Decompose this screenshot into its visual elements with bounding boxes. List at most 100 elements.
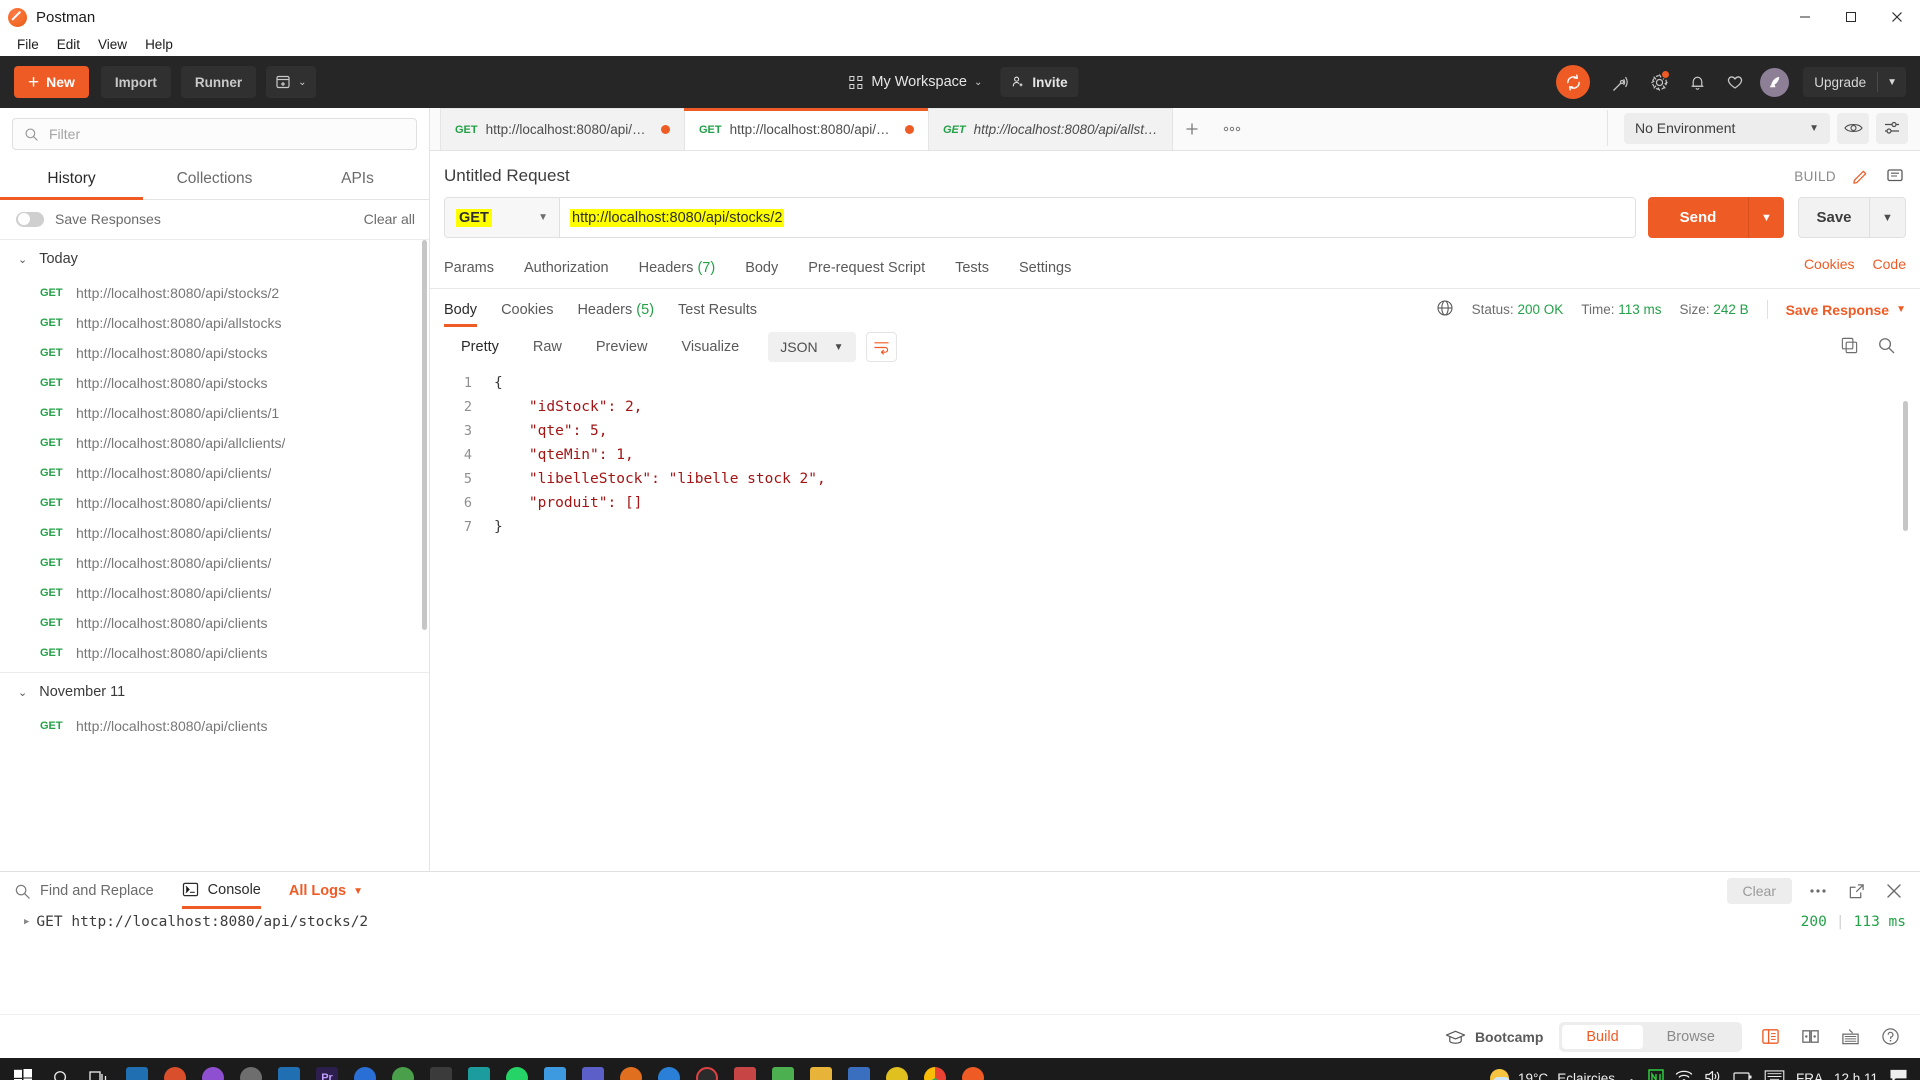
new-window-button[interactable]: ⌄ — [266, 66, 316, 98]
sidebar-tab-apis[interactable]: APIs — [286, 160, 429, 199]
runner-button[interactable]: Runner — [180, 66, 257, 98]
list-item[interactable]: GET http://localhost:8080/api/stocks/2 — [0, 278, 429, 308]
avatar[interactable] — [1760, 67, 1790, 97]
code-link[interactable]: Code — [1873, 256, 1906, 272]
menu-help[interactable]: Help — [136, 34, 182, 56]
taskbar-app-grey[interactable] — [232, 1058, 270, 1080]
environment-quick-look-button[interactable] — [1837, 112, 1869, 144]
cookies-link[interactable]: Cookies — [1804, 256, 1855, 272]
list-item[interactable]: GET http://localhost:8080/api/clients — [0, 711, 429, 741]
console-log-entry[interactable]: ▶ GET http://localhost:8080/api/stocks/2… — [0, 910, 1920, 930]
list-item[interactable]: GET http://localhost:8080/api/clients/ — [0, 518, 429, 548]
save-button[interactable]: Save — [1798, 197, 1870, 238]
documentation-button[interactable] — [1884, 165, 1906, 187]
list-item[interactable]: GET http://localhost:8080/api/allclients/ — [0, 428, 429, 458]
browse-option[interactable]: Browse — [1643, 1025, 1739, 1049]
workspace-selector[interactable]: My Workspace ⌄ — [841, 66, 990, 98]
tray-expand-button[interactable]: ︿ — [1626, 1070, 1637, 1080]
response-tab-body[interactable]: Body — [444, 298, 478, 327]
view-visualize-button[interactable]: Visualize — [664, 331, 756, 363]
two-pane-view-button[interactable] — [1758, 1025, 1782, 1049]
list-item[interactable]: GET http://localhost:8080/api/clients — [0, 608, 429, 638]
taskbar-app-lightblue[interactable] — [536, 1058, 574, 1080]
tab-options-button[interactable] — [1212, 108, 1252, 150]
environment-selector[interactable]: No Environment ▼ — [1624, 112, 1830, 144]
response-tab-test-results[interactable]: Test Results — [678, 298, 757, 327]
list-item[interactable]: GET http://localhost:8080/api/stocks — [0, 368, 429, 398]
save-response-button[interactable]: Save Response ▼ — [1786, 302, 1906, 318]
build-option[interactable]: Build — [1562, 1024, 1643, 1049]
taskbar-app-firefox[interactable] — [384, 1058, 422, 1080]
tray-app-icon[interactable] — [1648, 1068, 1664, 1080]
task-view-button[interactable] — [80, 1058, 118, 1080]
taskbar-app-blue2[interactable] — [840, 1058, 878, 1080]
weather-widget[interactable]: 19°C Eclaircies — [1490, 1068, 1615, 1080]
settings-button[interactable] — [1642, 65, 1676, 99]
request-tab-2[interactable]: GET http://localhost:8080/api/clients/ — [684, 108, 929, 150]
tab-params[interactable]: Params — [444, 250, 494, 288]
volume-icon[interactable] — [1704, 1069, 1722, 1080]
taskbar-app-orange[interactable] — [612, 1058, 650, 1080]
send-options-button[interactable]: ▼ — [1748, 197, 1784, 238]
wifi-icon[interactable] — [1675, 1069, 1693, 1080]
view-raw-button[interactable]: Raw — [516, 331, 579, 363]
taskbar-app-globe[interactable] — [650, 1058, 688, 1080]
battery-icon[interactable] — [1733, 1070, 1753, 1080]
environment-settings-button[interactable] — [1876, 112, 1908, 144]
search-body-button[interactable] — [1877, 336, 1896, 358]
list-item[interactable]: GET http://localhost:8080/api/clients/ — [0, 548, 429, 578]
taskbar-app-postman-alt[interactable] — [156, 1058, 194, 1080]
save-responses-toggle[interactable] — [16, 211, 44, 227]
tab-headers[interactable]: Headers (7) — [639, 250, 716, 288]
history-group-header[interactable]: ⌄ November 11 — [0, 673, 429, 711]
tab-authorization[interactable]: Authorization — [524, 250, 609, 288]
tab-pre-request-script[interactable]: Pre-request Script — [808, 250, 925, 288]
close-console-button[interactable] — [1882, 879, 1906, 903]
list-item[interactable]: GET http://localhost:8080/api/clients — [0, 638, 429, 668]
keyboard-layout-icon[interactable] — [1764, 1070, 1785, 1080]
response-tab-headers[interactable]: Headers (5) — [577, 298, 654, 327]
taskbar-app-vscode-2[interactable] — [270, 1058, 308, 1080]
taskbar-app-dark[interactable] — [422, 1058, 460, 1080]
close-button[interactable] — [1874, 0, 1920, 34]
taskbar-app-vscode[interactable] — [118, 1058, 156, 1080]
taskbar-app-purple[interactable] — [194, 1058, 232, 1080]
view-pretty-button[interactable]: Pretty — [444, 331, 516, 363]
split-view-button[interactable] — [1798, 1025, 1822, 1049]
upgrade-button[interactable]: Upgrade ▼ — [1803, 67, 1906, 97]
tab-body[interactable]: Body — [745, 250, 778, 288]
chevron-right-icon[interactable]: ▶ — [24, 917, 29, 927]
bootcamp-button[interactable]: Bootcamp — [1445, 1029, 1543, 1045]
start-button[interactable] — [4, 1058, 42, 1080]
search-taskbar-button[interactable] — [42, 1058, 80, 1080]
minimize-button[interactable] — [1782, 0, 1828, 34]
clock[interactable]: 12 h 11 — [1834, 1071, 1878, 1080]
taskbar-app-teal[interactable] — [460, 1058, 498, 1080]
taskbar-app-postman[interactable] — [954, 1058, 992, 1080]
menu-file[interactable]: File — [8, 34, 48, 56]
method-selector[interactable]: GET ▼ — [445, 198, 560, 237]
language-indicator[interactable]: FRA — [1796, 1071, 1823, 1080]
favorites-button[interactable] — [1718, 65, 1752, 99]
new-tab-button[interactable] — [1172, 108, 1212, 150]
filter-input[interactable]: Filter — [12, 118, 417, 150]
sync-button[interactable] — [1556, 65, 1591, 99]
list-item[interactable]: GET http://localhost:8080/api/allstocks — [0, 308, 429, 338]
list-item[interactable]: GET http://localhost:8080/api/clients/1 — [0, 398, 429, 428]
taskbar-app-green[interactable] — [764, 1058, 802, 1080]
open-new-window-button[interactable] — [1844, 879, 1868, 903]
taskbar-app-premiere[interactable]: Pr — [308, 1058, 346, 1080]
help-button[interactable] — [1878, 1025, 1902, 1049]
notification-center-icon[interactable] — [1889, 1068, 1908, 1080]
console-tab[interactable]: Console — [181, 882, 262, 909]
find-and-replace-button[interactable]: Find and Replace — [14, 883, 154, 900]
tab-tests[interactable]: Tests — [955, 250, 989, 288]
taskbar-app-red[interactable] — [726, 1058, 764, 1080]
view-preview-button[interactable]: Preview — [579, 331, 665, 363]
tab-settings[interactable]: Settings — [1019, 250, 1071, 288]
clear-console-button[interactable]: Clear — [1726, 878, 1792, 904]
taskbar-app-yellow[interactable] — [878, 1058, 916, 1080]
url-input[interactable]: http://localhost:8080/api/stocks/2 — [560, 198, 1635, 237]
response-tab-cookies[interactable]: Cookies — [501, 298, 553, 327]
taskbar-app-teams[interactable] — [574, 1058, 612, 1080]
